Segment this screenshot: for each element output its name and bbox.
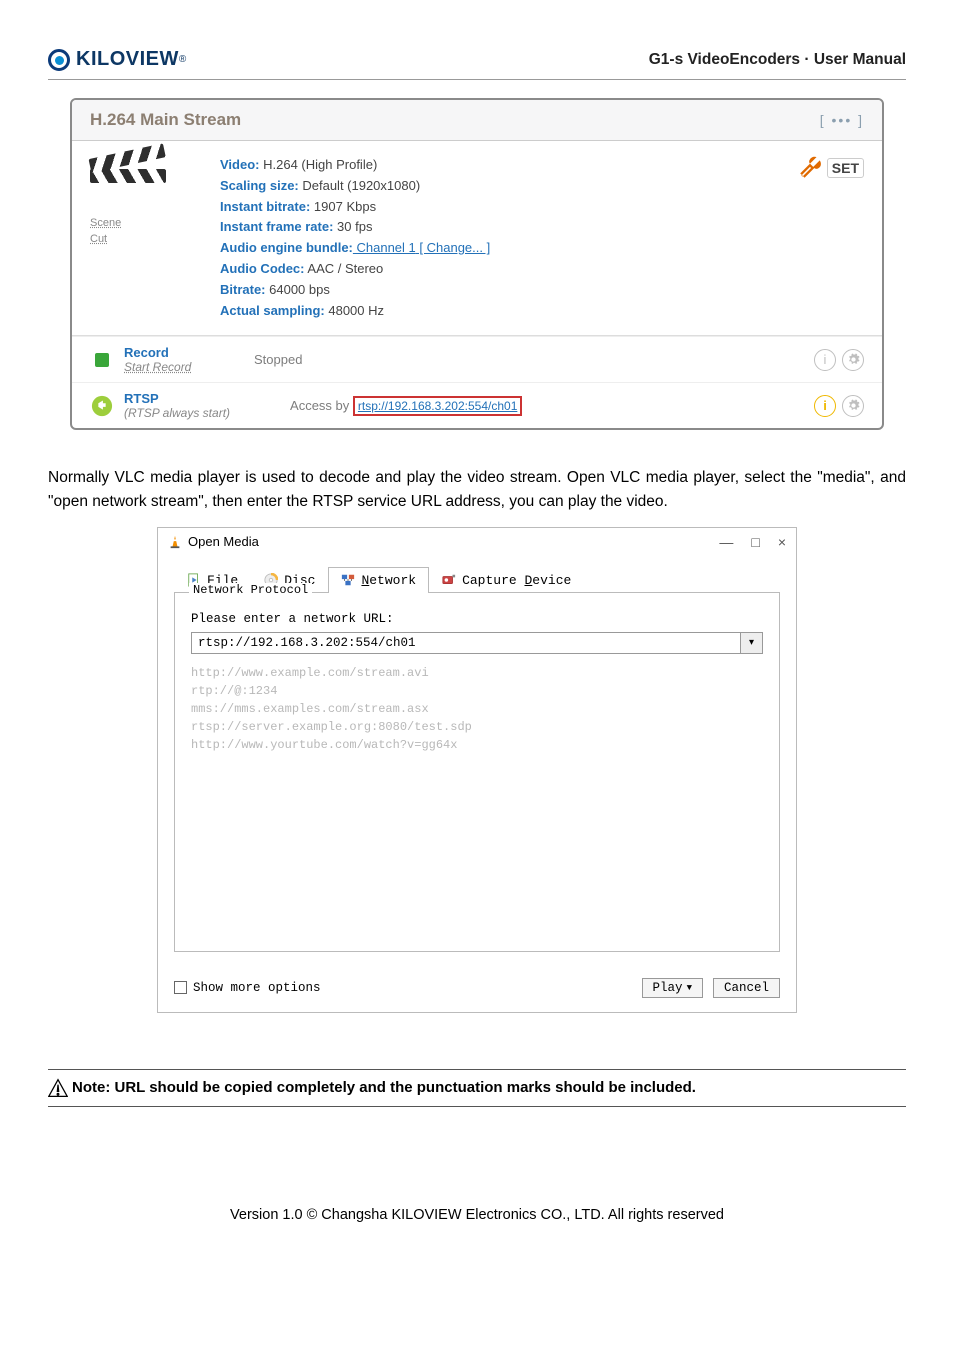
clapper-icon — [90, 159, 166, 213]
record-status: Stopped — [194, 352, 814, 367]
video-val: H.264 (High Profile) — [260, 157, 378, 172]
instant-bitrate-key: Instant bitrate: — [220, 199, 310, 214]
dropdown-button[interactable]: ▾ — [741, 632, 763, 654]
instant-frame-key: Instant frame rate: — [220, 219, 333, 234]
scaling-key: Scaling size: — [220, 178, 299, 193]
scaling-val: Default (1920x1080) — [299, 178, 420, 193]
change-link[interactable]: [ Change... ] — [416, 240, 490, 255]
show-more-checkbox[interactable]: Show more options — [174, 981, 321, 995]
note-text: Note: URL should be copied completely an… — [72, 1079, 696, 1096]
warning-icon — [48, 1078, 68, 1098]
access-by-label: Access by — [290, 398, 349, 413]
audio-codec-key: Audio Codec: — [220, 261, 305, 276]
encoder-panel: H.264 Main Stream [ ••• ] Scene Cut Vide… — [70, 98, 884, 430]
info-icon-active[interactable]: i — [814, 395, 836, 417]
rtsp-icon — [90, 394, 114, 418]
gear-icon[interactable] — [842, 349, 864, 371]
instant-frame-val: 30 fps — [333, 219, 372, 234]
url-input[interactable] — [191, 632, 741, 654]
bitrate-key: Bitrate: — [220, 282, 266, 297]
audio-engine-key: Audio engine bundle: — [220, 240, 353, 255]
record-row: Record Start Record Stopped i — [72, 336, 882, 382]
logo-text: KILOVIEW — [76, 48, 179, 71]
body-paragraph: Normally VLC media player is used to dec… — [48, 466, 906, 513]
rtsp-row: RTSP (RTSP always start) Access by rtsp:… — [72, 382, 882, 428]
logo: KILOVIEW ® — [48, 48, 186, 71]
capture-icon — [442, 573, 456, 587]
stream-info: Video: H.264 (High Profile) Scaling size… — [220, 155, 784, 321]
hint-line: http://www.yourtube.com/watch?v=gg64x — [191, 736, 763, 754]
group-legend: Network Protocol — [189, 583, 312, 597]
close-button[interactable]: × — [778, 534, 786, 550]
hint-line: http://www.example.com/stream.avi — [191, 664, 763, 682]
logo-icon — [48, 49, 70, 71]
bitrate-val: 64000 bps — [266, 282, 330, 297]
page-footer: Version 1.0 © Changsha KILOVIEW Electron… — [48, 1207, 906, 1279]
gear-icon[interactable] — [842, 395, 864, 417]
sampling-key: Actual sampling: — [220, 303, 325, 318]
tab-capture[interactable]: Capture Device — [429, 567, 584, 593]
vlc-title-text: Open Media — [188, 534, 259, 549]
cancel-button[interactable]: Cancel — [713, 978, 780, 998]
hint-line: mms://mms.examples.com/stream.asx — [191, 700, 763, 718]
video-key: Video: — [220, 157, 260, 172]
network-protocol-group: Network Protocol Please enter a network … — [174, 592, 780, 952]
audio-engine-link[interactable]: Channel 1 — [353, 240, 416, 255]
set-button[interactable]: SET — [797, 155, 864, 181]
tab-network[interactable]: Network — [328, 567, 429, 593]
rtsp-title: RTSP — [124, 391, 230, 406]
instant-bitrate-val: 1907 Kbps — [310, 199, 376, 214]
info-icon[interactable]: i — [814, 349, 836, 371]
play-button[interactable]: Play▼ — [642, 978, 703, 998]
record-icon — [90, 348, 114, 372]
scene-link[interactable]: Scene — [90, 217, 220, 229]
clapper-column: Scene Cut — [90, 155, 220, 245]
hint-line: rtsp://server.example.org:8080/test.sdp — [191, 718, 763, 736]
cut-link[interactable]: Cut — [90, 233, 220, 245]
header-title: G1-s VideoEncoders · User Manual — [649, 51, 906, 69]
url-prompt: Please enter a network URL: — [191, 612, 763, 626]
more-icon[interactable]: [ ••• ] — [820, 112, 864, 128]
audio-codec-val: AAC / Stereo — [305, 261, 384, 276]
hint-line: rtp://@:1234 — [191, 682, 763, 700]
network-icon — [341, 573, 355, 587]
minimize-button[interactable]: — — [719, 534, 733, 550]
vlc-dialog: Open Media — □ × File Disc — [157, 527, 797, 1013]
note-callout: Note: URL should be copied completely an… — [48, 1069, 906, 1107]
record-title: Record — [124, 345, 194, 360]
chevron-down-icon: ▼ — [687, 983, 692, 993]
maximize-button[interactable]: □ — [751, 534, 759, 550]
start-record-link[interactable]: Start Record — [124, 360, 191, 374]
set-label: SET — [827, 158, 864, 178]
sampling-val: 48000 Hz — [325, 303, 384, 318]
rtsp-subtitle: (RTSP always start) — [124, 406, 230, 420]
page-header: KILOVIEW ® G1-s VideoEncoders · User Man… — [48, 0, 906, 80]
registered-mark: ® — [179, 54, 186, 65]
vlc-cone-icon — [168, 535, 182, 549]
panel-title: H.264 Main Stream — [90, 110, 241, 130]
url-hints: http://www.example.com/stream.avi rtp://… — [191, 664, 763, 754]
panel-header: H.264 Main Stream [ ••• ] — [72, 100, 882, 141]
checkbox-icon — [174, 981, 187, 994]
tools-icon — [797, 155, 823, 181]
rtsp-url-link[interactable]: rtsp://192.168.3.202:554/ch01 — [353, 396, 522, 416]
